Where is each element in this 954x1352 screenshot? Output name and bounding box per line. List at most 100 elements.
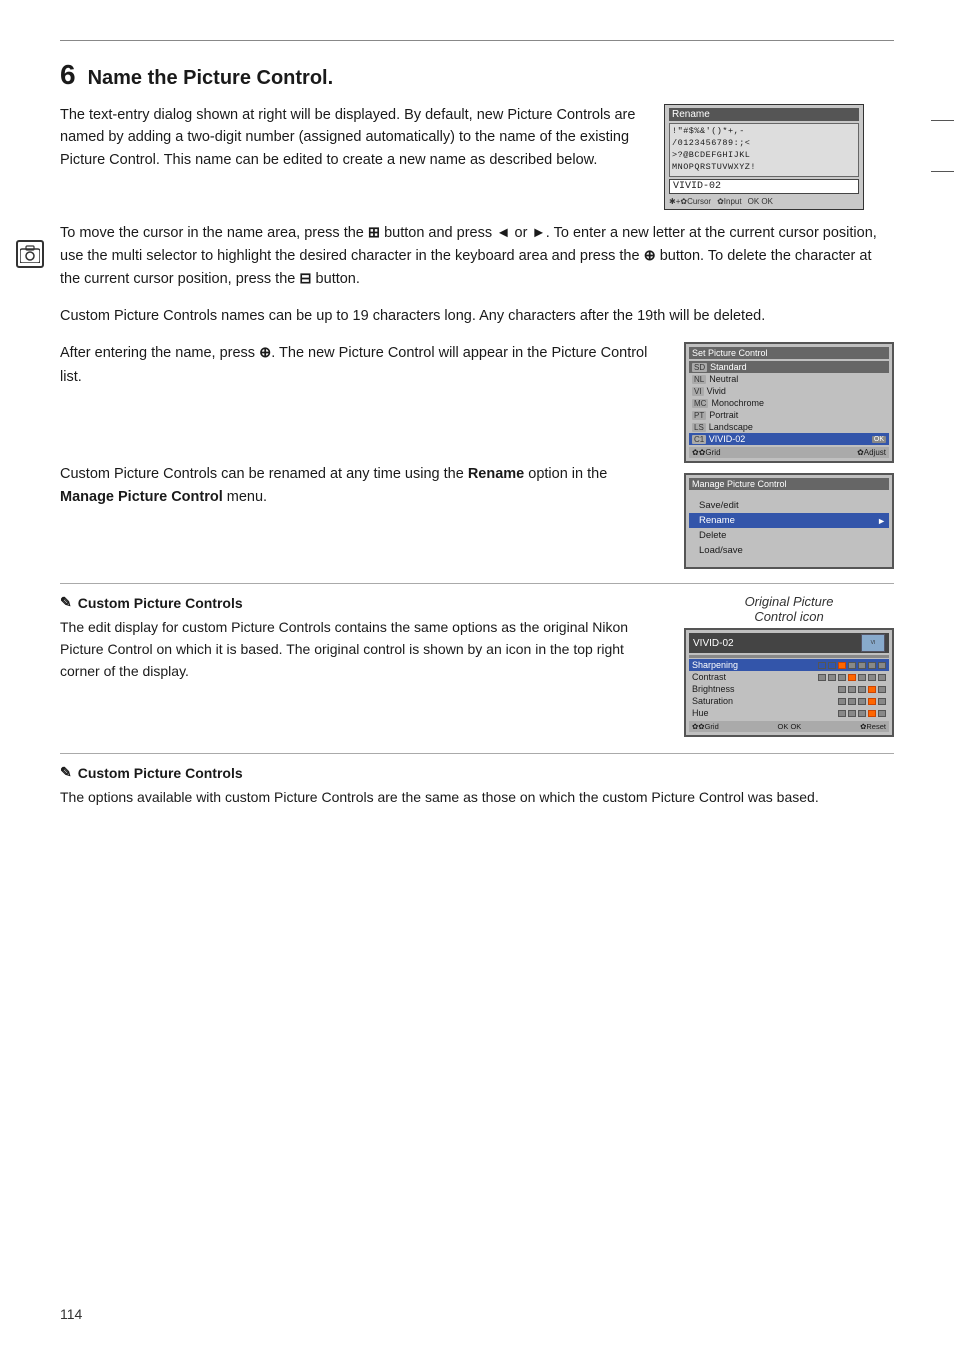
cbar-7	[878, 674, 886, 681]
spc-vi-label: Vivid	[707, 386, 726, 396]
note2-title: ✎ Custom Picture Controls	[60, 764, 894, 781]
note1-screen-area: Original PictureControl icon VIVID-02 VI…	[684, 594, 894, 737]
kb-row1: !"#$%&'()*+,-	[672, 126, 856, 138]
mpc-rename: Rename ►	[689, 513, 889, 528]
spc-c1: C1 VIVID-02 OK	[689, 433, 889, 445]
cbar-5	[858, 674, 866, 681]
camera-svg	[20, 245, 40, 263]
note1-section: ✎ Custom Picture Controls The edit displ…	[60, 583, 894, 737]
spc-c1-content: C1 VIVID-02	[692, 434, 745, 444]
ctrl-ok: OK OK	[748, 197, 773, 206]
name-annotation: Name area	[931, 164, 954, 179]
bar-6	[868, 662, 876, 669]
hue-label: Hue	[692, 708, 709, 718]
keyboard-area: !"#$%&'()*+,- /0123456789:;< >?@BCDEFGHI…	[669, 123, 859, 177]
note1-icon: ✎	[60, 594, 72, 611]
spc-c1-icon: C1	[692, 435, 706, 444]
mpc-rename-label: Rename	[699, 515, 735, 526]
bbar-1	[838, 686, 846, 693]
page: 6 Name the Picture Control. The text-ent…	[0, 0, 954, 1352]
spc-adjust: ✿Adjust	[857, 448, 886, 457]
sbar-2	[848, 698, 856, 705]
after-name-area: After entering the name, press ⊕. The ne…	[60, 342, 894, 569]
sbar-mid	[868, 698, 876, 705]
step-number: 6	[60, 61, 76, 89]
spc-sd: SD Standard	[689, 361, 889, 373]
mpc-rename-arrow: ►	[877, 516, 886, 526]
note1-body: The edit display for custom Picture Cont…	[60, 617, 664, 682]
spc-nl-label: Neutral	[709, 374, 738, 384]
edit-hue: Hue	[689, 707, 889, 719]
edit-display-screen: VIVID-02 VI Sharpening	[684, 628, 894, 737]
spc-c1-label: VIVID-02	[709, 434, 746, 444]
edit-brightness: Brightness	[689, 683, 889, 695]
spc-grid: ✿✿Grid	[692, 448, 721, 457]
brightness-label: Brightness	[692, 684, 735, 694]
rename-title: Rename	[669, 108, 859, 121]
or-text: or	[515, 225, 528, 241]
note1-title-text: Custom Picture Controls	[78, 595, 243, 611]
mpc-saveedit: Save/edit	[689, 498, 889, 513]
after-name-text: After entering the name, press ⊕. The ne…	[60, 342, 664, 569]
spc-pt-label: Portrait	[709, 410, 738, 420]
edit-contrast: Contrast	[689, 671, 889, 683]
original-pc-annotation: Original PictureControl icon	[684, 594, 894, 624]
screen-controls: ✱+✿Cursor ✿Input OK OK	[669, 196, 859, 206]
intro-paragraph: The text-entry dialog shown at right wil…	[60, 107, 635, 168]
top-border	[60, 40, 894, 41]
manage-bold: Manage Picture Control	[60, 489, 223, 505]
cbar-4	[848, 674, 856, 681]
spc-title: Set Picture Control	[689, 347, 889, 359]
press-ok-paragraph: After entering the name, press ⊕. The ne…	[60, 342, 664, 388]
keyboard-annotation: Keyboardarea	[931, 112, 954, 142]
note2-icon: ✎	[60, 764, 72, 781]
page-number: 114	[60, 1306, 82, 1322]
rename-screenshot-wrapper: Rename !"#$%&'()*+,- /0123456789:;< >?@B…	[664, 104, 894, 210]
edit-reset: ✿Reset	[860, 722, 886, 731]
spc-ls-icon: LS	[692, 423, 706, 432]
spc-sd-label: Standard	[710, 362, 747, 372]
bbar-5	[878, 686, 886, 693]
contrast-label: Contrast	[692, 672, 726, 682]
saturation-label: Saturation	[692, 696, 733, 706]
edit-sharpening: Sharpening	[689, 659, 889, 671]
rename-screen: Rename !"#$%&'()*+,- /0123456789:;< >?@B…	[664, 104, 864, 210]
note1-title: ✎ Custom Picture Controls	[60, 594, 664, 611]
note1-content: ✎ Custom Picture Controls The edit displ…	[60, 594, 894, 737]
spc-nl: NL Neutral	[689, 373, 889, 385]
edit-divider	[689, 655, 889, 658]
edit-ok: OK OK	[778, 722, 802, 731]
spc-ok-badge: OK	[872, 436, 886, 443]
kb-row3: >?@BCDEFGHIJKL	[672, 150, 856, 162]
cbar-6	[868, 674, 876, 681]
spc-mc-icon: MC	[692, 399, 708, 408]
bar-1	[818, 662, 826, 669]
hue-bar	[838, 710, 886, 717]
hbar-1	[838, 710, 846, 717]
note1-text-area: ✎ Custom Picture Controls The edit displ…	[60, 594, 664, 737]
edit-bottom: ✿✿Grid OK OK ✿Reset	[689, 721, 889, 732]
contrast-bar	[818, 674, 886, 681]
name-field: VIVID-02	[669, 179, 859, 194]
sharpening-bar	[818, 662, 886, 669]
bbar-2	[848, 686, 856, 693]
hbar-mid	[868, 710, 876, 717]
spc-pt: PT Portrait	[689, 409, 889, 421]
intro-content-area: The text-entry dialog shown at right wil…	[60, 104, 894, 210]
spc-pt-icon: PT	[692, 411, 706, 420]
spc-sd-icon: SD	[692, 363, 707, 372]
edit-saturation: Saturation	[689, 695, 889, 707]
cbar-2	[828, 674, 836, 681]
mpc-delete: Delete	[689, 528, 889, 543]
note2-section: ✎ Custom Picture Controls The options av…	[60, 753, 894, 809]
ctrl-input: ✿Input	[717, 197, 742, 206]
hbar-3	[858, 710, 866, 717]
spc-ls-label: Landscape	[709, 422, 753, 432]
note2-title-text: Custom Picture Controls	[78, 765, 243, 781]
mpc-title: Manage Picture Control	[689, 478, 889, 490]
to-text: To	[554, 225, 569, 241]
hbar-2	[848, 710, 856, 717]
char-limit-paragraph: Custom Picture Controls names can be up …	[60, 305, 894, 328]
annotations-area: Keyboardarea Name area	[931, 112, 954, 179]
section-header: 6 Name the Picture Control.	[60, 61, 894, 90]
